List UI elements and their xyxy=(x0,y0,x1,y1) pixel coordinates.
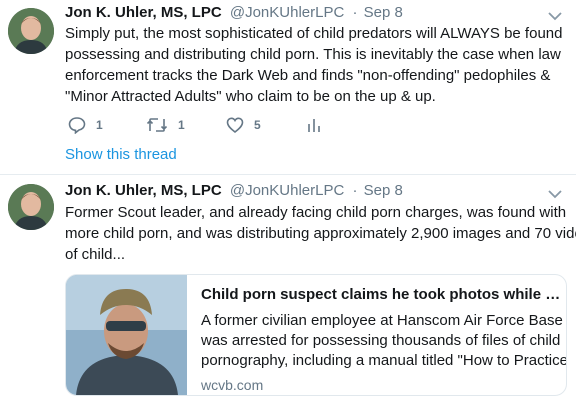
avatar-image xyxy=(8,184,54,230)
author-handle[interactable]: @JonKUhlerLPC xyxy=(230,4,344,21)
like-icon xyxy=(226,117,244,134)
card-description-line: pornography, including a manual titled "… xyxy=(201,352,567,369)
reply-button[interactable]: 1 xyxy=(68,116,103,134)
analytics-icon xyxy=(308,119,320,132)
card-description-line: A former civilian employee at Hanscom Ai… xyxy=(201,312,563,329)
reply-count: 1 xyxy=(96,118,103,132)
tweet-text-line: enforcement tracks the Dark Web and find… xyxy=(65,67,551,84)
tweet-text-line: possessing and distributing child porn. … xyxy=(65,46,561,63)
tweet-text-line: "Minor Attracted Adults" who claim to be… xyxy=(65,88,436,105)
like-button[interactable]: 5 xyxy=(226,116,261,134)
tweet-divider xyxy=(0,174,576,175)
like-count: 5 xyxy=(254,118,261,132)
tweet-text: Simply put, the most sophisticated of ch… xyxy=(65,23,565,107)
separator-dot: · xyxy=(352,4,358,21)
card-title[interactable]: Child porn suspect claims he took photos… xyxy=(201,285,561,305)
retweet-icon xyxy=(146,118,168,132)
card-description: A former civilian employee at Hanscom Ai… xyxy=(201,311,567,371)
tweet-text-line: more child porn, and was distributing ap… xyxy=(65,225,576,242)
tweet-text-line: Former Scout leader, and already facing … xyxy=(65,204,567,221)
show-thread-link[interactable]: Show this thread xyxy=(65,146,177,163)
tweet-text-line: Simply put, the most sophisticated of ch… xyxy=(65,25,563,42)
tweet-text-line: of child... xyxy=(65,246,126,263)
author-handle[interactable]: @JonKUhlerLPC xyxy=(230,182,344,199)
reply-icon xyxy=(68,117,86,134)
analytics-button[interactable] xyxy=(306,116,322,134)
avatar-image xyxy=(8,8,54,54)
author-name[interactable]: Jon K. Uhler, MS, LPC xyxy=(65,4,222,21)
card-description-line: was arrested for possessing thousands of… xyxy=(201,332,561,349)
card-thumbnail-image xyxy=(66,275,187,395)
tweet-actions: 1 1 5 xyxy=(68,116,328,136)
tweet-text: Former Scout leader, and already facing … xyxy=(65,202,576,265)
retweet-button[interactable]: 1 xyxy=(146,116,185,134)
avatar[interactable] xyxy=(8,8,54,54)
tweet-header: Jon K. Uhler, MS, LPC @JonKUhlerLPC · Se… xyxy=(65,4,403,21)
separator-dot: · xyxy=(352,182,358,199)
retweet-count: 1 xyxy=(178,118,185,132)
card-body: Child porn suspect claims he took photos… xyxy=(201,285,567,393)
tweet-header: Jon K. Uhler, MS, LPC @JonKUhlerLPC · Se… xyxy=(65,182,403,199)
link-preview-card[interactable]: Child porn suspect claims he took photos… xyxy=(65,274,567,396)
avatar[interactable] xyxy=(8,184,54,230)
tweet-date[interactable]: Sep 8 xyxy=(364,182,403,199)
tweet-date[interactable]: Sep 8 xyxy=(364,4,403,21)
card-thumbnail xyxy=(66,275,187,395)
author-name[interactable]: Jon K. Uhler, MS, LPC xyxy=(65,182,222,199)
card-domain: wcvb.com xyxy=(201,377,264,393)
chevron-down-icon[interactable] xyxy=(546,185,564,203)
